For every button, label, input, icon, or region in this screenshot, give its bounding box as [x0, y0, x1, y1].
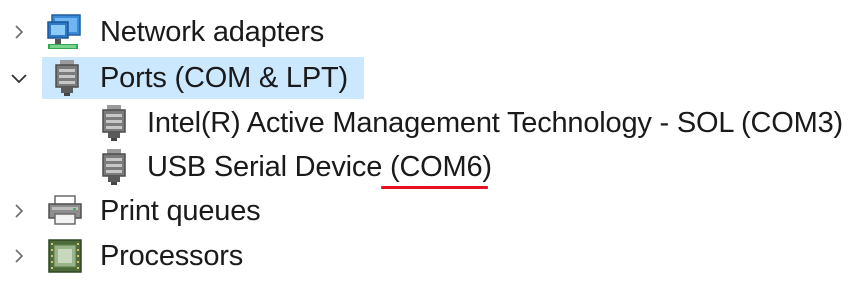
port-connector-icon [95, 148, 133, 186]
tree-item-label: USB Serial Device (COM6) [147, 151, 492, 183]
printer-icon [46, 192, 84, 230]
chevron-down-icon[interactable] [8, 67, 30, 89]
tree-item-label: Network adapters [100, 16, 325, 48]
processor-chip-icon [46, 237, 84, 275]
port-connector-icon [48, 59, 86, 97]
tree-item-label: Processors [100, 240, 244, 272]
tree-item-label: Ports (COM & LPT) [100, 62, 348, 94]
chevron-right-icon[interactable] [8, 200, 30, 222]
tree-item-label: Print queues [100, 195, 261, 227]
chevron-right-icon[interactable] [8, 21, 30, 43]
tree-item-label: Intel(R) Active Management Technology - … [147, 107, 843, 139]
chevron-right-icon[interactable] [8, 245, 30, 267]
port-connector-icon [95, 104, 133, 142]
red-underline-annotation [381, 186, 488, 189]
network-adapter-icon [46, 13, 84, 51]
device-tree: Network adapters Ports (COM & LPT) Intel… [0, 0, 867, 289]
